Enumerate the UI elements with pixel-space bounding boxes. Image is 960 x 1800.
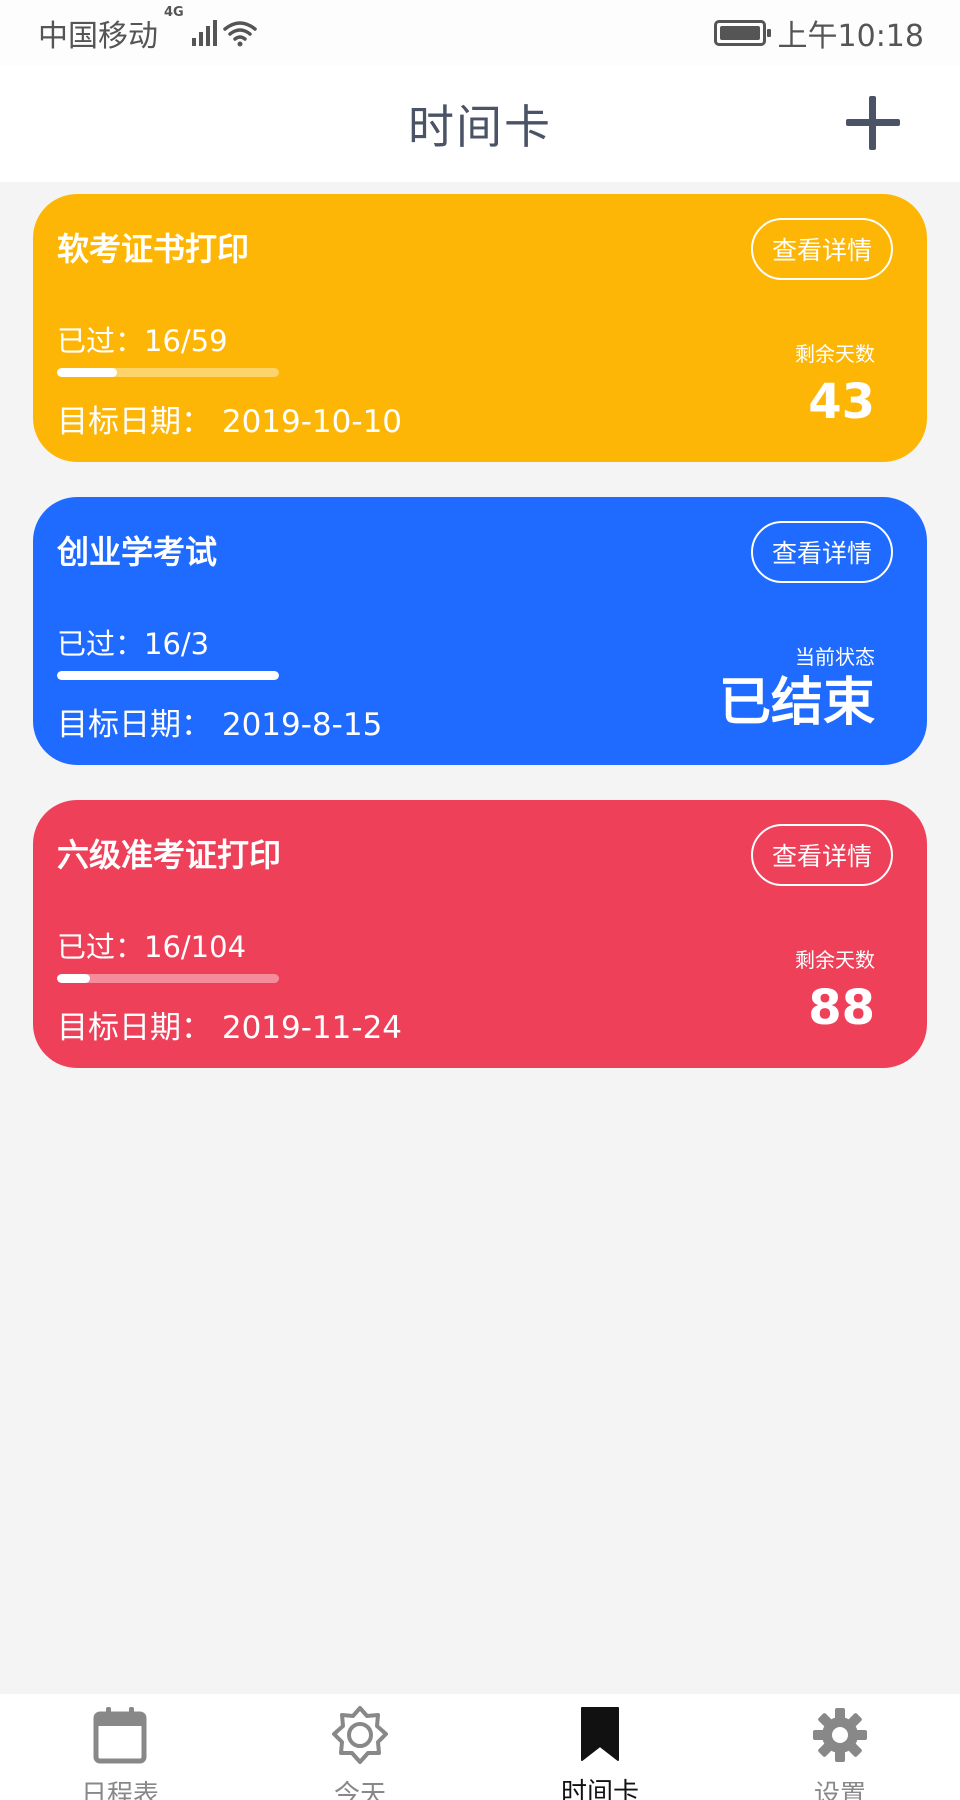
- progress-bar: [57, 974, 279, 983]
- status-bar: 中国移动 4G 上午10:18: [0, 0, 960, 66]
- view-details-button[interactable]: 查看详情: [751, 521, 893, 583]
- remaining-days-label: 剩余天数: [795, 948, 875, 972]
- card-title: 软考证书打印: [57, 230, 250, 268]
- progress-fill: [57, 671, 279, 680]
- tab-today[interactable]: 今天: [240, 1694, 480, 1800]
- sun-icon: [331, 1706, 389, 1764]
- card-title: 六级准考证打印: [57, 836, 282, 874]
- plus-icon[interactable]: [846, 96, 900, 150]
- bottom-tab-bar: 日程表 今天 时间卡 设置: [0, 1694, 960, 1800]
- status-left: 中国移动 4G: [38, 5, 257, 55]
- remaining-days-value: 43: [808, 374, 875, 430]
- bookmark-icon: [571, 1706, 629, 1762]
- tab-label: 今天: [333, 1780, 386, 1800]
- target-date: 目标日期： 2019-8-15: [57, 707, 383, 743]
- target-date: 目标日期： 2019-11-24: [57, 1010, 403, 1046]
- time-card-1[interactable]: 软考证书打印 查看详情 已过：16/59 目标日期： 2019-10-10 剩余…: [33, 194, 927, 462]
- tab-label: 时间卡: [560, 1778, 639, 1800]
- signal-icon: [191, 20, 217, 46]
- progress-fill: [57, 368, 117, 377]
- card-title: 创业学考试: [57, 533, 218, 571]
- carrier-name: 中国移动: [38, 19, 158, 54]
- gear-icon: [811, 1706, 869, 1764]
- network-type: 4G: [164, 5, 184, 20]
- title-bar: 时间卡: [0, 66, 960, 182]
- tab-time-card[interactable]: 时间卡: [480, 1694, 720, 1800]
- battery-icon: [713, 20, 771, 46]
- tab-label: 日程表: [80, 1780, 159, 1800]
- tab-schedule[interactable]: 日程表: [0, 1694, 240, 1800]
- tab-settings[interactable]: 设置: [720, 1694, 960, 1800]
- view-details-button[interactable]: 查看详情: [751, 218, 893, 280]
- status-label: 当前状态: [795, 645, 875, 669]
- clock: 上午10:18: [777, 19, 924, 54]
- progress-bar: [57, 368, 279, 377]
- progress-fill: [57, 974, 91, 983]
- passed-count: 已过：16/3: [57, 627, 210, 661]
- progress-bar: [57, 671, 279, 680]
- status-value: 已结束: [718, 673, 875, 733]
- calendar-icon: [91, 1706, 149, 1764]
- status-right: 上午10:18: [713, 11, 924, 55]
- time-card-2[interactable]: 创业学考试 查看详情 已过：16/3 目标日期： 2019-8-15 当前状态 …: [33, 497, 927, 765]
- view-details-button[interactable]: 查看详情: [751, 824, 893, 886]
- time-card-3[interactable]: 六级准考证打印 查看详情 已过：16/104 目标日期： 2019-11-24 …: [33, 800, 927, 1068]
- wifi-icon: [222, 21, 257, 47]
- tab-label: 设置: [813, 1780, 866, 1800]
- remaining-days-label: 剩余天数: [795, 342, 875, 366]
- page-title: 时间卡: [408, 100, 552, 154]
- passed-count: 已过：16/104: [57, 930, 247, 964]
- target-date: 目标日期： 2019-10-10: [57, 404, 403, 440]
- remaining-days-value: 88: [808, 980, 875, 1036]
- passed-count: 已过：16/59: [57, 324, 228, 358]
